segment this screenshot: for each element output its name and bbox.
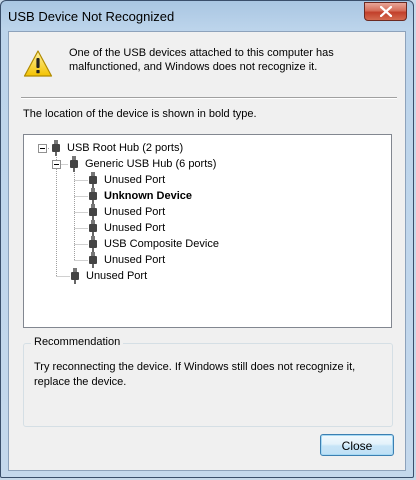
- tree-node-label: Unused Port: [104, 206, 166, 218]
- tree-node-port[interactable]: Unused Port: [88, 252, 165, 268]
- usb-plug-icon: [89, 172, 97, 188]
- location-hint: The location of the device is shown in b…: [23, 108, 257, 120]
- usb-plug-icon: [89, 252, 97, 268]
- usb-plug-icon: [52, 140, 60, 156]
- tree-node-composite-device[interactable]: USB Composite Device: [88, 236, 219, 252]
- tree-node-port[interactable]: Unused Port: [88, 172, 165, 188]
- root-expander[interactable]: [38, 144, 47, 153]
- tree-node-label: Unknown Device: [104, 190, 193, 202]
- tree-node-root-hub[interactable]: USB Root Hub (2 ports): [51, 140, 183, 156]
- usb-plug-icon: [70, 156, 78, 172]
- tree-node-label: Unused Port: [86, 270, 148, 282]
- tree-node-label: USB Composite Device: [104, 238, 219, 250]
- tree-node-port[interactable]: Unused Port: [88, 204, 165, 220]
- warning-message: One of the USB devices attached to this …: [69, 47, 334, 73]
- warning-icon: [23, 50, 53, 77]
- tree-node-root-port[interactable]: Unused Port: [70, 268, 147, 284]
- dialog-body: One of the USB devices attached to this …: [8, 31, 406, 471]
- separator: [21, 97, 397, 99]
- window-title: USB Device Not Recognized: [8, 9, 175, 24]
- recommendation-text: Try reconnecting the device. If Windows …: [34, 361, 356, 388]
- usb-plug-icon: [89, 204, 97, 220]
- close-icon: [379, 6, 392, 17]
- tree-node-label: Generic USB Hub (6 ports): [85, 158, 217, 170]
- device-tree[interactable]: USB Root Hub (2 ports) Generic USB Hub (…: [23, 134, 392, 328]
- window-close-button[interactable]: [364, 2, 407, 21]
- tree-node-label: Unused Port: [104, 174, 166, 186]
- tree-node-port[interactable]: Unused Port: [88, 220, 165, 236]
- recommendation-group: Recommendation Try reconnecting the devi…: [23, 336, 393, 427]
- title-bar[interactable]: USB Device Not Recognized: [1, 1, 413, 31]
- tree-node-label: Unused Port: [104, 254, 166, 266]
- close-button[interactable]: Close: [320, 434, 394, 456]
- tree-node-generic-hub[interactable]: Generic USB Hub (6 ports): [69, 156, 216, 172]
- tree-node-label: USB Root Hub (2 ports): [67, 142, 184, 154]
- dialog-window: USB Device Not Recognized One of the USB…: [0, 0, 414, 478]
- usb-plug-icon: [89, 188, 97, 204]
- recommendation-title: Recommendation: [31, 336, 124, 348]
- tree-node-unknown-device[interactable]: Unknown Device: [88, 188, 192, 204]
- usb-plug-icon: [89, 220, 97, 236]
- hub-expander[interactable]: [52, 160, 61, 169]
- usb-plug-icon: [71, 268, 79, 284]
- tree-node-label: Unused Port: [104, 222, 166, 234]
- usb-plug-icon: [89, 236, 97, 252]
